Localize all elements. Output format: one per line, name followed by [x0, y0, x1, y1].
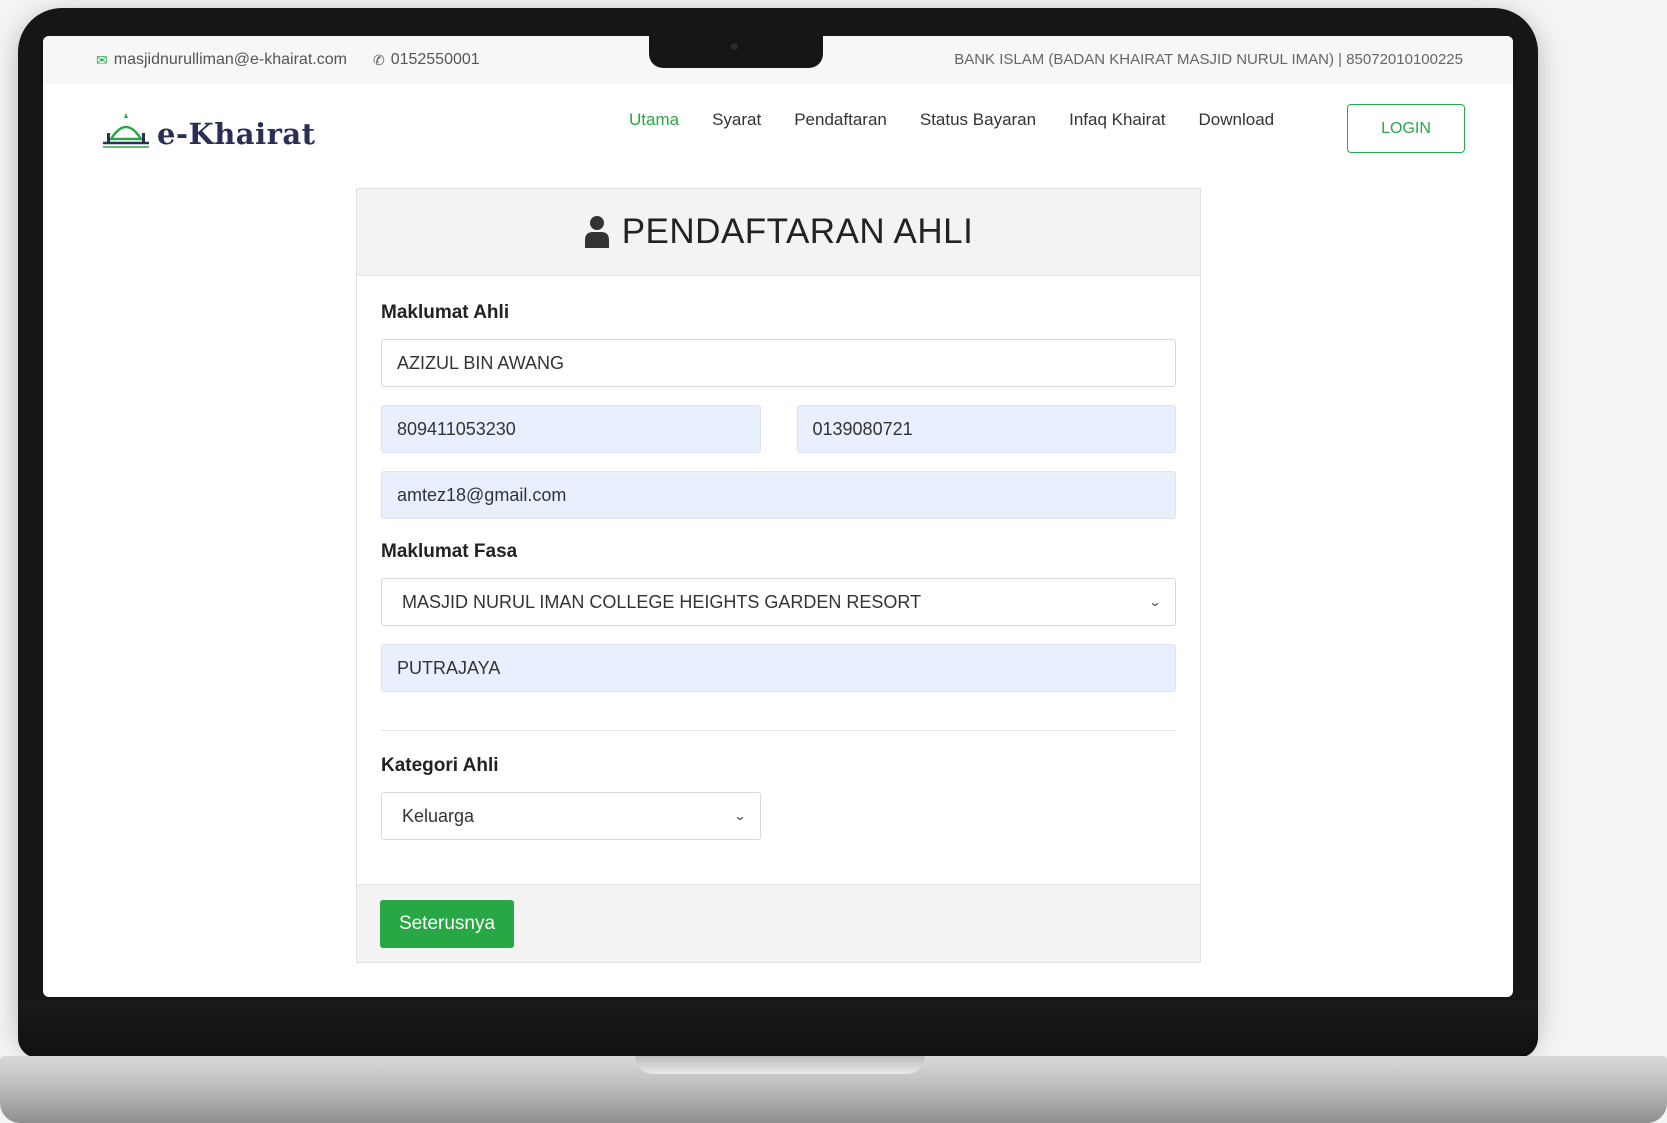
city-input[interactable]: PUTRAJAYA — [381, 644, 1176, 692]
card-footer: Seterusnya — [357, 884, 1200, 962]
nav-item-utama[interactable]: Utama — [629, 110, 679, 130]
mosque-icon — [103, 113, 149, 148]
registration-card: PENDAFTARAN AHLI Maklumat Ahli AZIZUL BI… — [356, 188, 1201, 963]
section-label-maklumat-fasa: Maklumat Fasa — [381, 541, 518, 562]
nav-item-status-bayaran[interactable]: Status Bayaran — [920, 110, 1036, 130]
phone-input[interactable]: 0139080721 — [796, 405, 1176, 453]
section-label-kategori-ahli: Kategori Ahli — [381, 755, 499, 776]
nav-item-syarat[interactable]: Syarat — [712, 110, 761, 130]
kategori-select-value: Keluarga — [402, 805, 475, 826]
nav-item-download[interactable]: Download — [1199, 110, 1275, 130]
nav-item-infaq-khairat[interactable]: Infaq Khairat — [1069, 110, 1165, 130]
name-input-value: AZIZUL BIN AWANG — [397, 352, 565, 373]
camera-notch — [649, 36, 823, 68]
chevron-down-icon: ⌄ — [733, 809, 747, 823]
name-input[interactable]: AZIZUL BIN AWANG — [381, 339, 1176, 387]
login-button[interactable]: LOGIN — [1347, 104, 1465, 153]
section-divider — [381, 730, 1176, 731]
navbar: e-Khairat Utama Syarat Pendaftaran Statu… — [43, 84, 1513, 176]
brand-logo[interactable]: e-Khairat — [99, 109, 316, 151]
fasa-select[interactable]: MASJID NURUL IMAN COLLEGE HEIGHTS GARDEN… — [381, 578, 1176, 626]
laptop-base — [0, 1056, 1667, 1123]
card-header: PENDAFTARAN AHLI — [357, 189, 1200, 276]
contact-phone-text: 0152550001 — [390, 51, 480, 68]
city-input-value: PUTRAJAYA — [397, 657, 501, 678]
chevron-down-icon: ⌄ — [1148, 595, 1162, 609]
card-body: Maklumat Ahli AZIZUL BIN AWANG 809411053… — [357, 276, 1200, 840]
next-button[interactable]: Seterusnya — [380, 900, 514, 948]
user-icon — [584, 216, 609, 248]
envelope-icon: ✉ — [96, 51, 108, 68]
kategori-select[interactable]: Keluarga ⌄ — [381, 792, 761, 840]
main-nav: Utama Syarat Pendaftaran Status Bayaran … — [629, 110, 1307, 130]
email-input[interactable]: amtez18@gmail.com — [381, 471, 1176, 519]
contact-phone[interactable]: ✆ 0152550001 — [373, 51, 480, 69]
phone-icon: ✆ — [372, 51, 385, 68]
ic-phone-row: 809411053230 0139080721 — [381, 405, 1176, 453]
contact-email-text: masjidnurulliman@e-khairat.com — [113, 51, 347, 68]
phone-input-value: 0139080721 — [812, 418, 913, 439]
ic-number-value: 809411053230 — [397, 418, 516, 439]
screen: ✉ masjidnurulliman@e-khairat.com ✆ 01525… — [43, 36, 1513, 997]
brand-name: e-Khairat — [157, 117, 316, 151]
nav-item-pendaftaran[interactable]: Pendaftaran — [794, 110, 887, 130]
camera-icon — [731, 43, 738, 50]
section-label-maklumat-ahli: Maklumat Ahli — [381, 302, 510, 323]
laptop-bottom-bezel — [18, 1000, 1538, 1058]
fasa-select-value: MASJID NURUL IMAN COLLEGE HEIGHTS GARDEN… — [402, 591, 922, 612]
page-title: PENDAFTARAN AHLI — [621, 212, 974, 251]
laptop-base-notch — [635, 1056, 925, 1074]
email-input-value: amtez18@gmail.com — [397, 484, 567, 505]
contact-email[interactable]: ✉ masjidnurulliman@e-khairat.com — [96, 51, 347, 69]
ic-number-input[interactable]: 809411053230 — [381, 405, 761, 453]
bank-account-info: BANK ISLAM (BADAN KHAIRAT MASJID NURUL I… — [954, 51, 1463, 68]
